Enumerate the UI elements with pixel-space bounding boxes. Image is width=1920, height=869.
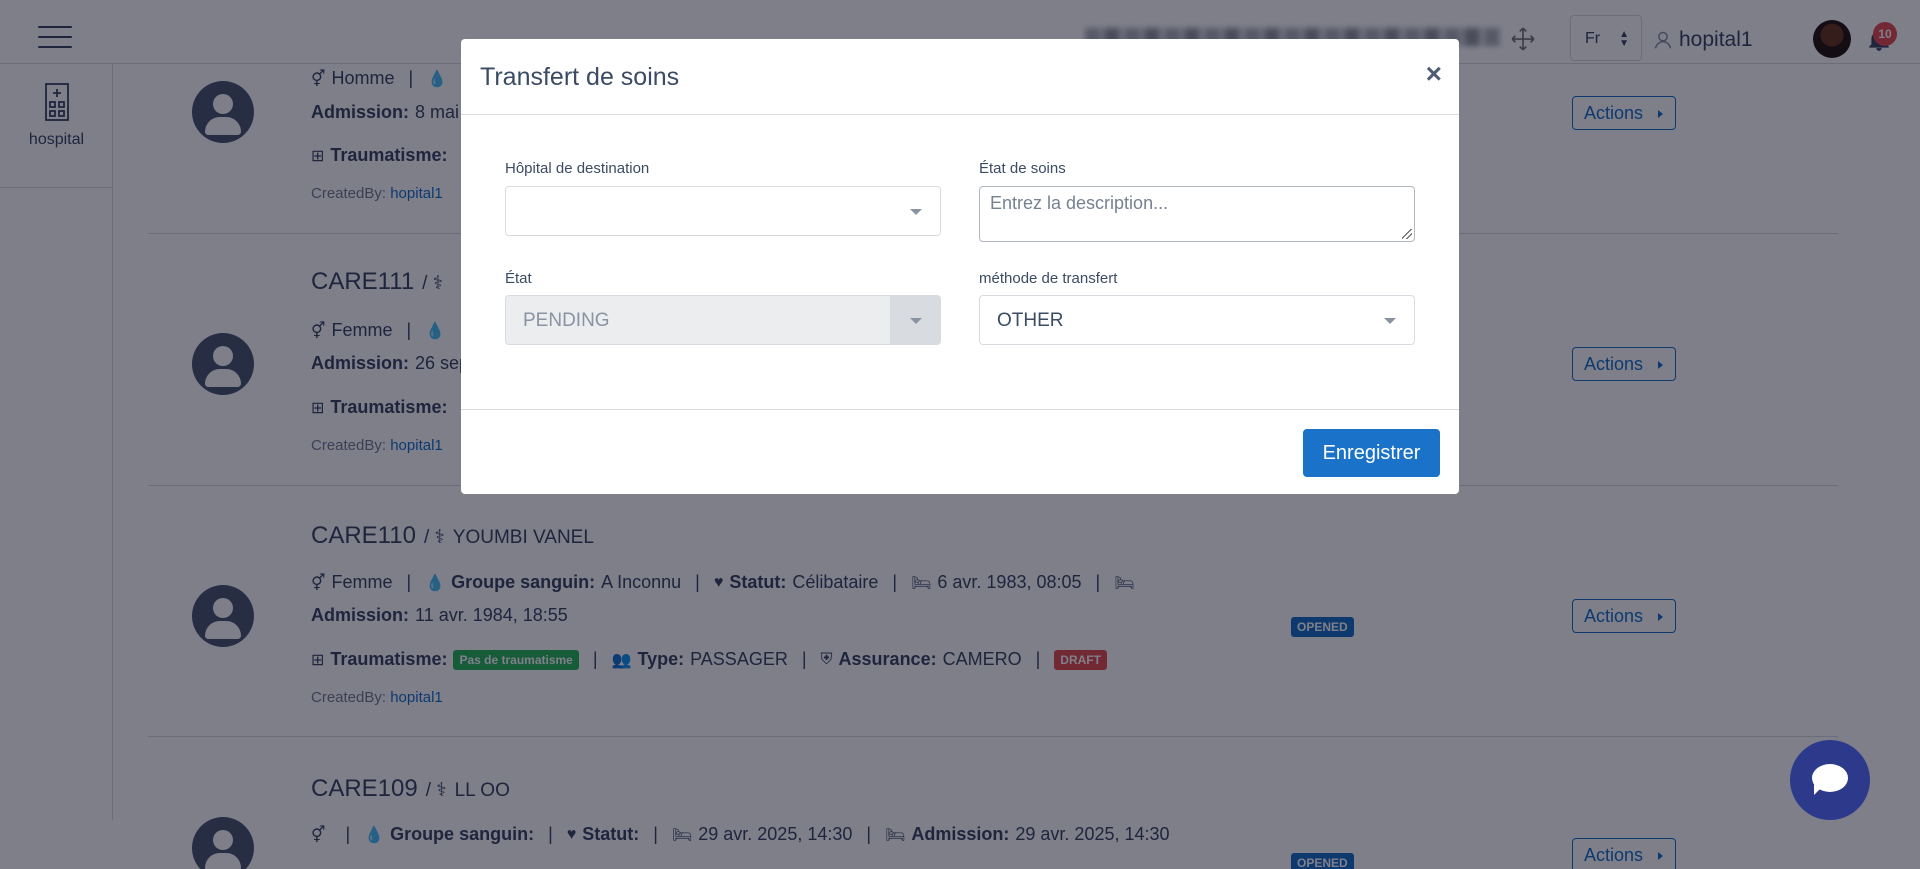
dest-hospital-select[interactable] (505, 186, 941, 236)
state-value: PENDING (523, 310, 610, 331)
state-label: État (505, 270, 532, 287)
transfer-method-value: OTHER (997, 310, 1064, 331)
state-select: PENDING (505, 295, 941, 345)
close-icon[interactable]: × (1426, 58, 1442, 90)
chat-button[interactable] (1790, 740, 1870, 820)
transfer-modal: Transfert de soins × Hôpital de destinat… (461, 39, 1459, 494)
modal-title: Transfert de soins (480, 63, 680, 91)
transfer-method-label: méthode de transfert (979, 270, 1118, 287)
chevron-down-icon (910, 318, 922, 324)
care-state-label: État de soins (979, 160, 1066, 177)
save-button[interactable]: Enregistrer (1303, 429, 1440, 477)
care-state-textarea[interactable]: Entrez la description... (979, 186, 1415, 242)
modal-header: Transfert de soins × (461, 39, 1459, 115)
care-state-placeholder: Entrez la description... (990, 193, 1169, 213)
dest-hospital-label: Hôpital de destination (505, 160, 650, 177)
chevron-down-icon (910, 209, 922, 215)
transfer-method-select[interactable]: OTHER (979, 295, 1415, 345)
resize-grip-icon[interactable] (1402, 229, 1412, 239)
chevron-down-icon (1384, 318, 1396, 324)
modal-footer: Enregistrer (461, 409, 1459, 494)
